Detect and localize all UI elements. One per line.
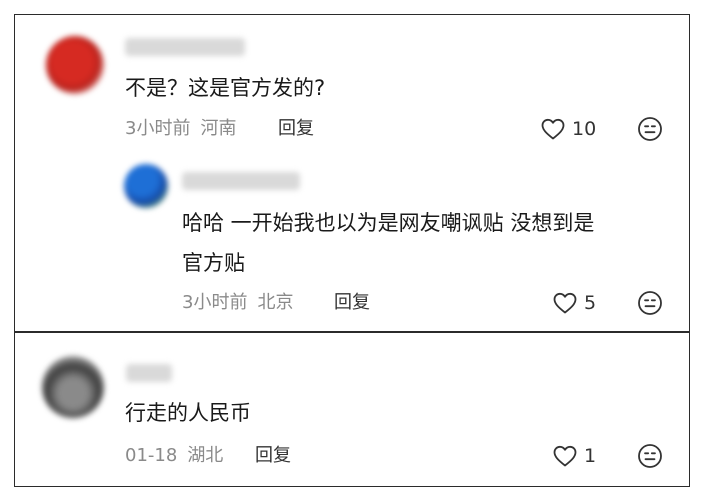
reply-button[interactable]: 回复	[278, 117, 314, 141]
comment-time: 01-18	[125, 445, 178, 466]
comment-meta: 01-18 湖北	[125, 444, 223, 468]
comment-meta: 3小时前 北京	[182, 291, 293, 315]
like-button[interactable]: 5	[552, 291, 596, 315]
like-button[interactable]: 10	[540, 117, 596, 141]
comment-time: 3小时前	[182, 292, 248, 313]
like-count: 5	[584, 292, 597, 314]
comment-text-line-1: 哈哈 一开始我也以为是网友嘲讽贴 没想到是	[182, 211, 595, 235]
username-blurred[interactable]	[126, 364, 172, 382]
emoji-face-icon[interactable]	[637, 290, 663, 316]
comment-region: 河南	[200, 118, 237, 139]
heart-outline-icon	[553, 445, 577, 467]
username-blurred[interactable]	[125, 38, 245, 56]
reply-button[interactable]: 回复	[334, 291, 370, 315]
comment-text: 不是？这是官方发的?	[125, 76, 326, 100]
like-button[interactable]: 1	[552, 444, 596, 468]
comment-text: 行走的人民币	[125, 401, 251, 425]
like-count: 1	[584, 445, 597, 467]
emoji-face-icon[interactable]	[637, 116, 663, 142]
comment-meta: 3小时前 河南	[125, 117, 236, 141]
comment-region: 湖北	[187, 445, 224, 466]
comment-region: 北京	[257, 292, 294, 313]
comments-panel	[14, 14, 690, 487]
username-blurred[interactable]	[182, 172, 300, 190]
reply-button[interactable]: 回复	[255, 444, 291, 468]
comment-divider	[14, 331, 690, 333]
avatar[interactable]	[42, 356, 104, 418]
heart-outline-icon	[541, 118, 565, 140]
like-count: 10	[572, 118, 597, 140]
avatar[interactable]	[46, 36, 104, 94]
emoji-face-icon[interactable]	[637, 443, 663, 469]
comment-text-line-2: 官方贴	[182, 251, 245, 275]
avatar[interactable]	[124, 164, 168, 208]
comment-time: 3小时前	[125, 118, 191, 139]
heart-outline-icon	[553, 292, 577, 314]
